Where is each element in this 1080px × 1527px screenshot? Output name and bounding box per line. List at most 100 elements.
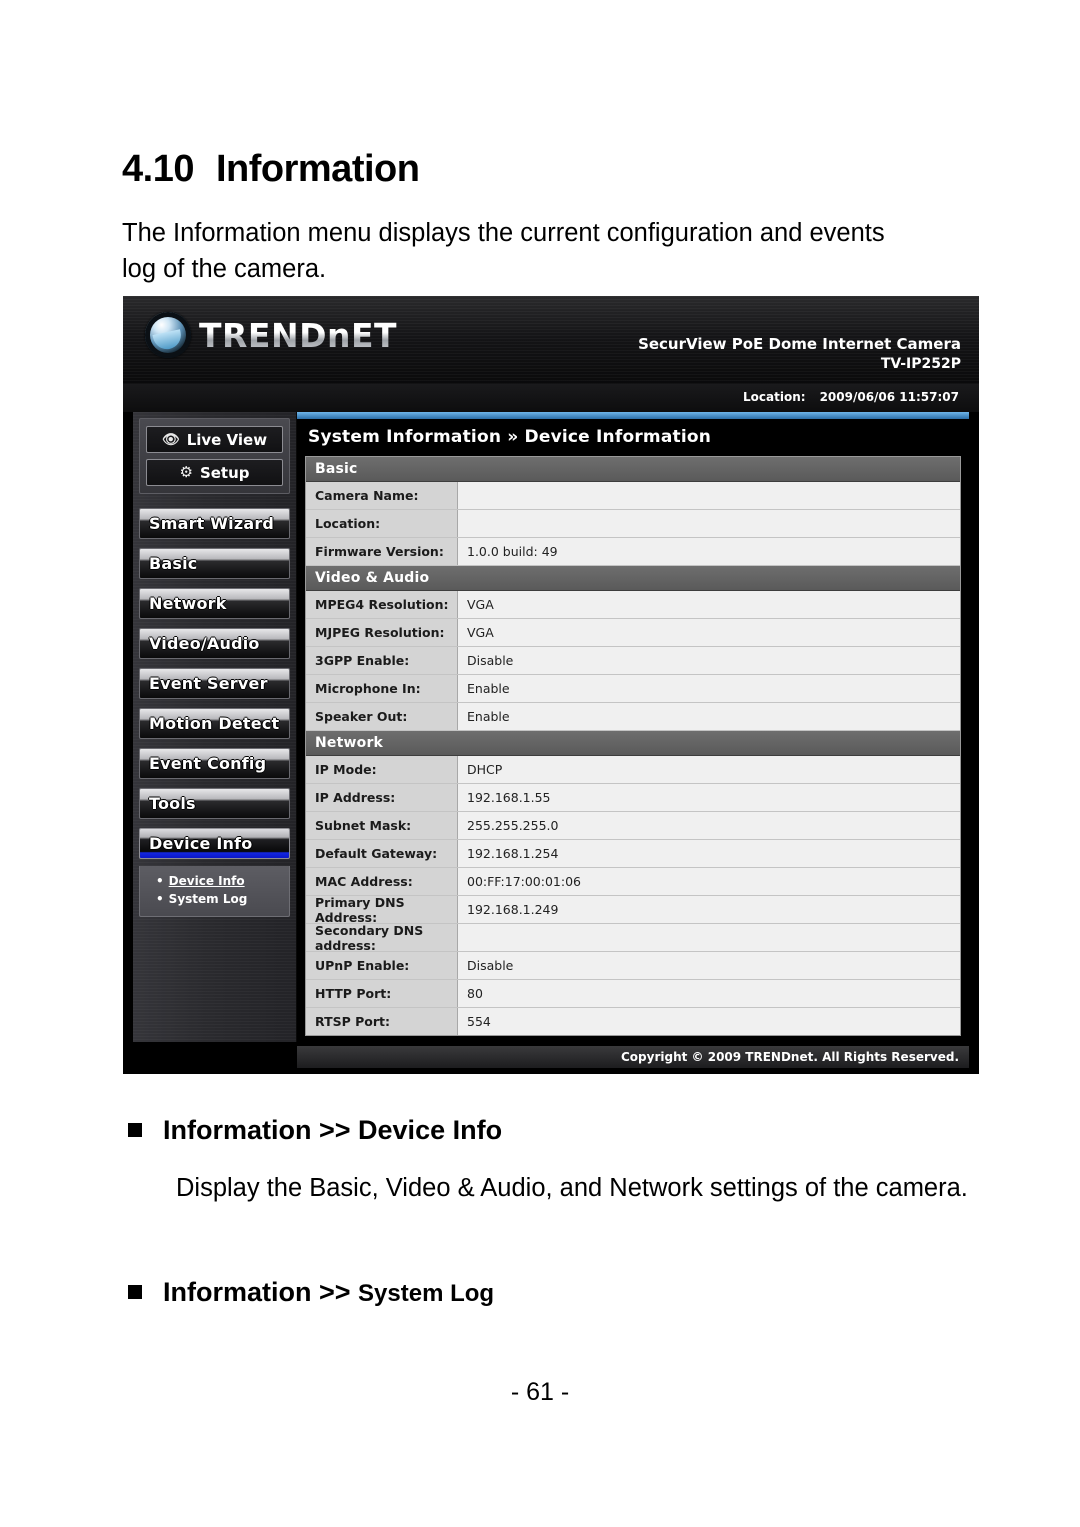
webui-header: TRENDnET SecurView PoE Dome Internet Cam… (123, 296, 979, 384)
row-value: 00:FF:17:00:01:06 (458, 868, 960, 895)
sidebar-item-label: Event Server (149, 674, 268, 693)
intro-paragraph: The Information menu displays the curren… (122, 219, 885, 283)
sidebar-item-network[interactable]: Network (139, 588, 290, 619)
setup-button[interactable]: ⚙ Setup (146, 459, 283, 486)
sidebar-item-device-info[interactable]: Device Info (139, 828, 290, 859)
table-row: Subnet Mask: 255.255.255.0 (306, 812, 960, 840)
submenu-item-label: System Log (168, 892, 248, 906)
brand-logo[interactable]: TRENDnET (145, 312, 397, 358)
bullet-title-main: Information >> (163, 1277, 359, 1307)
device-info-submenu: • Device Info • System Log (139, 866, 290, 917)
location-label: Location: (743, 390, 806, 404)
bullet-title-sub: System Log (358, 1280, 495, 1307)
device-webui-screenshot: TRENDnET SecurView PoE Dome Internet Cam… (123, 296, 979, 1074)
breadcrumb: System Information » Device Information (297, 419, 969, 454)
trendnet-orb-icon (145, 312, 191, 358)
sidebar-item-label: Motion Detect (149, 714, 280, 733)
mode-button-group: 👁 Live View ⚙ Setup (139, 418, 290, 494)
page-title: 4.10 Information (122, 148, 420, 191)
table-row: MAC Address: 00:FF:17:00:01:06 (306, 868, 960, 896)
eye-icon: 👁 (161, 431, 180, 448)
sidebar-item-event-config[interactable]: Event Config (139, 748, 290, 779)
row-label: Primary DNS Address: (306, 895, 458, 925)
bullet-icon: • (156, 874, 164, 888)
row-value: 192.168.1.55 (458, 784, 960, 811)
sidebar-item-basic[interactable]: Basic (139, 548, 290, 579)
table-row: IP Mode: DHCP (306, 756, 960, 784)
table-row: IP Address: 192.168.1.55 (306, 784, 960, 812)
gear-icon: ⚙ (179, 463, 193, 481)
section-header-basic: Basic (306, 457, 960, 482)
row-label: Default Gateway: (306, 840, 458, 867)
row-value: DHCP (458, 756, 960, 783)
table-row: RTSP Port: 554 (306, 1008, 960, 1035)
row-label: 3GPP Enable: (306, 647, 458, 674)
sidebar-item-video-audio[interactable]: Video/Audio (139, 628, 290, 659)
submenu-item-label: Device Info (168, 874, 245, 888)
setup-label: Setup (199, 463, 250, 482)
row-value (458, 482, 960, 509)
page-number: - 61 - (510, 1378, 570, 1406)
sidebar-item-smart-wizard[interactable]: Smart Wizard (139, 508, 290, 539)
brand-name: TRENDnET (199, 315, 398, 355)
table-row: MPEG4 Resolution: VGA (306, 591, 960, 619)
table-row: UPnP Enable: Disable (306, 952, 960, 980)
sidebar-item-motion-detect[interactable]: Motion Detect (139, 708, 290, 739)
datetime-value: 2009/06/06 11:57:07 (819, 390, 959, 404)
square-bullet-icon (128, 1123, 142, 1137)
device-information-table: Basic Camera Name: Location: Firmware Ve… (305, 456, 961, 1036)
row-value: VGA (458, 619, 960, 646)
table-row: Primary DNS Address: 192.168.1.249 (306, 895, 960, 925)
row-label: RTSP Port: (306, 1008, 458, 1035)
bullet-heading-device-info: Information >> Device Info (128, 1115, 502, 1146)
main-menu: Smart Wizard Basic Network Video/Audio E… (139, 508, 290, 917)
section-header-video-audio: Video & Audio (306, 566, 960, 591)
bullet-title-main: Information >> (163, 1115, 359, 1145)
row-value (458, 924, 960, 951)
model-number: TV-IP252P (880, 356, 961, 372)
row-label: Subnet Mask: (306, 812, 458, 839)
submenu-item-system-log[interactable]: • System Log (140, 890, 289, 908)
sidebar-item-label: Tools (149, 794, 196, 813)
table-row: HTTP Port: 80 (306, 980, 960, 1008)
row-value: VGA (458, 591, 960, 618)
row-value: 192.168.1.249 (458, 896, 960, 923)
row-label: MJPEG Resolution: (306, 619, 458, 646)
row-label: Speaker Out: (306, 703, 458, 730)
section-title-text: Information (215, 148, 420, 190)
table-row: Firmware Version: 1.0.0 build: 49 (306, 538, 960, 566)
submenu-item-device-info[interactable]: • Device Info (140, 872, 289, 890)
bullet-title-sub: Device Info (358, 1115, 503, 1145)
sidebar-item-event-server[interactable]: Event Server (139, 668, 290, 699)
row-label: Camera Name: (306, 482, 458, 509)
sidebar-item-label: Basic (149, 554, 198, 573)
row-value: Disable (458, 952, 960, 979)
row-label: UPnP Enable: (306, 952, 458, 979)
row-label: HTTP Port: (306, 980, 458, 1007)
sidebar-item-tools[interactable]: Tools (139, 788, 290, 819)
table-row: 3GPP Enable: Disable (306, 647, 960, 675)
section-header-network: Network (306, 731, 960, 756)
live-view-button[interactable]: 👁 Live View (146, 426, 283, 453)
row-label: IP Address: (306, 784, 458, 811)
row-value: 192.168.1.254 (458, 840, 960, 867)
row-value: 80 (458, 980, 960, 1007)
table-row: Secondary DNS address: (306, 923, 960, 953)
live-view-label: Live View (186, 430, 268, 449)
copyright-footer: Copyright © 2009 TRENDnet. All Rights Re… (297, 1046, 969, 1068)
table-row: Speaker Out: Enable (306, 703, 960, 731)
row-label: Microphone In: (306, 675, 458, 702)
panel-accent-bar (297, 412, 969, 419)
product-identity: SecurView PoE Dome Internet Camera TV-IP… (638, 334, 961, 374)
row-label: Secondary DNS address: (306, 923, 458, 953)
row-value: 255.255.255.0 (458, 812, 960, 839)
row-value: 554 (458, 1008, 960, 1035)
sidebar-item-label: Smart Wizard (149, 514, 275, 533)
row-value (458, 510, 960, 537)
table-row: Default Gateway: 192.168.1.254 (306, 840, 960, 868)
row-label: Location: (306, 510, 458, 537)
content-panel: System Information » Device Information … (297, 412, 969, 1042)
sidebar-item-label: Event Config (149, 754, 267, 773)
manual-page: 4.10 Information The Information menu dis… (0, 0, 1080, 1527)
row-value: Disable (458, 647, 960, 674)
